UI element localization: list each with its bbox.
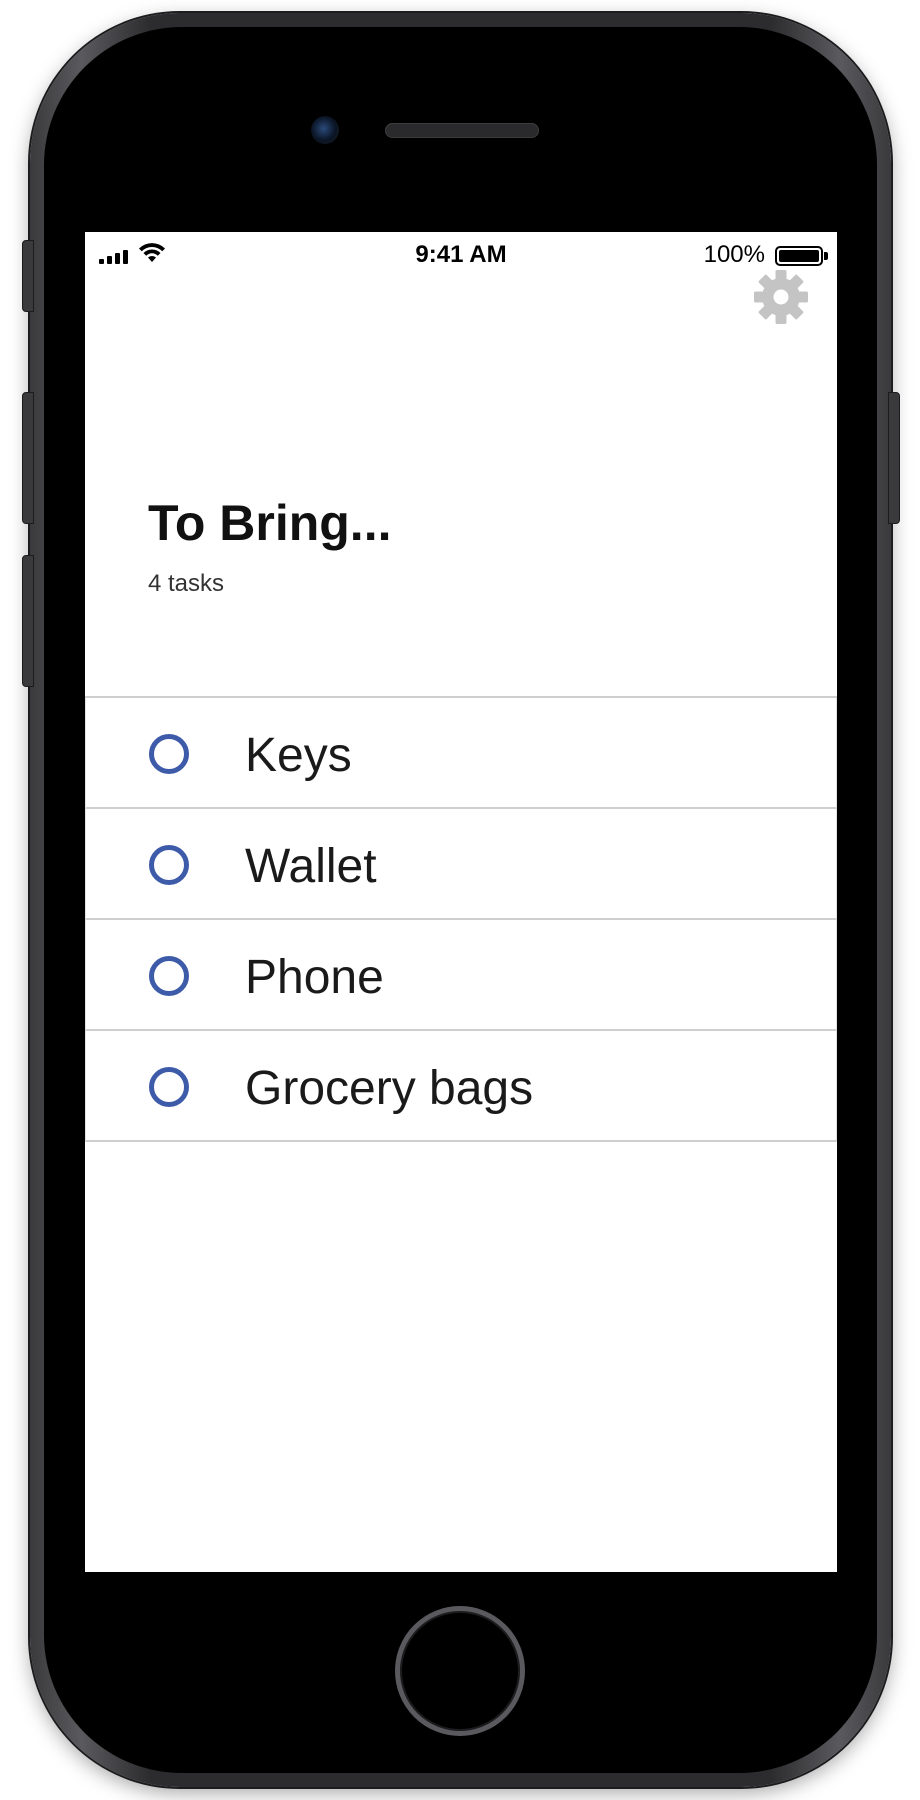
task-label: Phone [245, 951, 384, 1004]
page-title: To Bring... [148, 495, 392, 551]
volume-up-button [22, 392, 34, 524]
task-row-keys[interactable]: Keys [85, 698, 837, 809]
checkbox-circle-icon[interactable] [149, 956, 189, 996]
checkbox-circle-icon[interactable] [149, 1067, 189, 1107]
earpiece-speaker [385, 123, 539, 138]
task-label: Keys [245, 729, 352, 782]
battery-percent: 100% [703, 241, 765, 268]
power-button [888, 392, 900, 524]
task-label: Wallet [245, 840, 377, 893]
checkbox-circle-icon[interactable] [149, 734, 189, 774]
app-screen: 9:41 AM 100% To Bring... 4 tasks Keys Wa… [85, 232, 837, 1572]
battery-fill [779, 250, 819, 262]
battery-cap [824, 252, 828, 260]
checkbox-circle-icon[interactable] [149, 845, 189, 885]
task-list: Keys Wallet Phone Grocery bags [85, 696, 837, 1142]
gear-icon[interactable] [753, 269, 809, 325]
task-row-wallet[interactable]: Wallet [85, 809, 837, 920]
home-button[interactable] [395, 1606, 525, 1736]
front-camera [311, 116, 339, 144]
task-label: Grocery bags [245, 1062, 534, 1115]
silent-switch [22, 240, 34, 312]
task-row-grocery-bags[interactable]: Grocery bags [85, 1031, 837, 1142]
volume-down-button [22, 555, 34, 687]
status-bar: 9:41 AM 100% [85, 232, 837, 276]
battery-icon [775, 246, 823, 266]
task-row-phone[interactable]: Phone [85, 920, 837, 1031]
task-count: 4 tasks [148, 570, 225, 597]
